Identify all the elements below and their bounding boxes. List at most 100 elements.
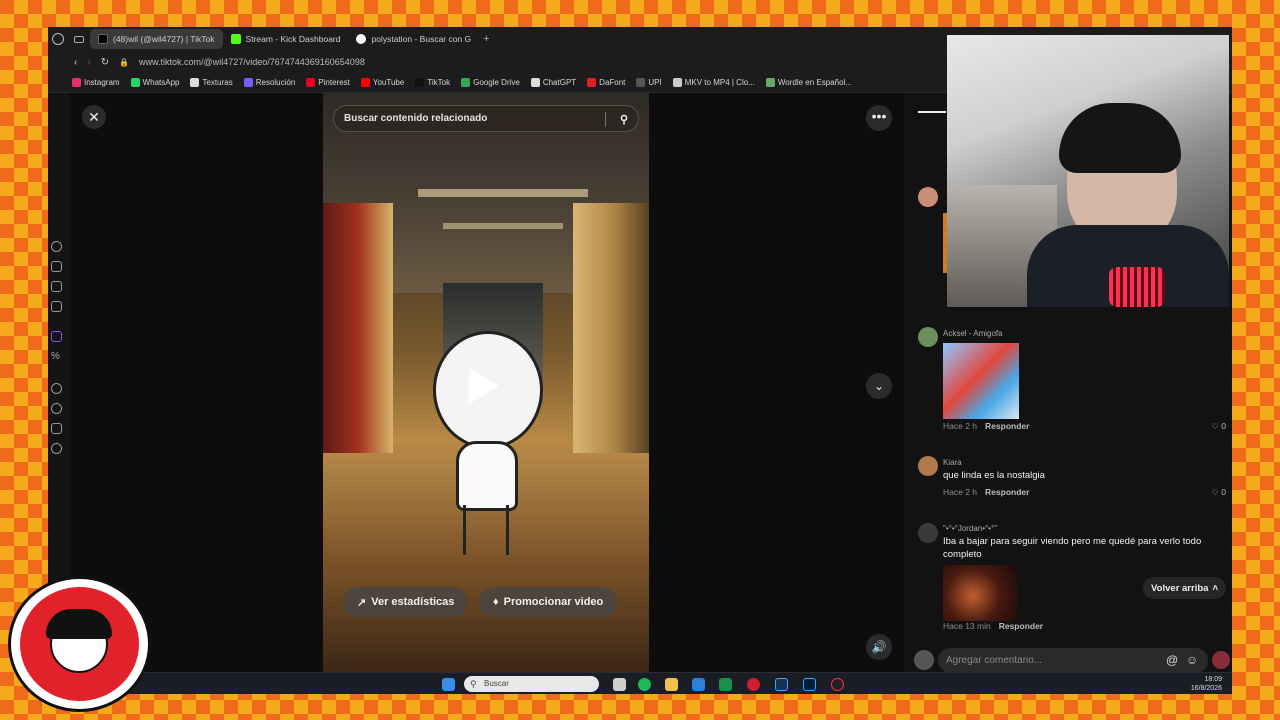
comment-text: que linda es la nostalgia	[943, 470, 1045, 481]
bookmark-instagram[interactable]: Instagram	[72, 78, 120, 87]
bookmark-chatgpt[interactable]: ChatGPT	[530, 78, 577, 87]
browser-logo-icon[interactable]	[52, 33, 64, 45]
related-search-input[interactable]: Buscar contenido relacionado ⚲	[333, 105, 639, 132]
send-icon[interactable]	[1212, 651, 1230, 669]
volume-button[interactable]: 🔊	[866, 634, 892, 660]
cartoon-body	[456, 441, 518, 511]
bookmark-label: Google Drive	[473, 78, 520, 87]
wordle-icon	[765, 78, 775, 87]
bookmark-dafont[interactable]: DaFont	[587, 78, 625, 87]
chatgpt-icon	[530, 78, 540, 87]
close-button[interactable]: ✕	[82, 105, 106, 129]
reply-button[interactable]: Responder	[985, 487, 1029, 497]
new-tab-button[interactable]: +	[483, 33, 489, 45]
messenger-icon[interactable]	[51, 301, 62, 312]
comment-author[interactable]: Kiara	[943, 458, 962, 467]
opera-gx-icon[interactable]	[831, 678, 844, 691]
comment-text: Iba a bajar para seguir viendo pero me q…	[943, 536, 1202, 560]
comment-meta: Hace 13 min Responder	[943, 621, 1043, 631]
bookmark-mkv-to-mp4[interactable]: MKV to MP4 | Clo...	[672, 78, 755, 87]
taskbar-search[interactable]: ⚲ Buscar	[464, 676, 599, 692]
image-attachment	[943, 565, 1017, 621]
windows-start-icon[interactable]	[442, 678, 455, 691]
opera-icon[interactable]	[747, 678, 760, 691]
player-icon[interactable]	[51, 383, 62, 394]
tab-label: polystation - Buscar con G	[371, 34, 472, 44]
comment-placeholder: Agregar comentario...	[946, 655, 1043, 666]
reply-button[interactable]: Responder	[999, 621, 1043, 631]
back-icon[interactable]: ‹	[74, 57, 77, 68]
bookmark-label: MKV to MP4 | Clo...	[684, 78, 755, 87]
task-view-icon[interactable]	[613, 678, 626, 691]
avatar[interactable]	[918, 327, 938, 347]
cartoon-legs	[463, 505, 509, 555]
more-options-button[interactable]: •••	[866, 105, 892, 131]
bookmark-pinterest[interactable]: Pinterest	[306, 78, 350, 87]
extensions-icon[interactable]	[51, 423, 62, 434]
twitch-icon[interactable]	[51, 331, 62, 342]
history-icon[interactable]	[51, 241, 62, 252]
comment-author[interactable]: "•°•°Jordan•°•°"	[943, 524, 997, 533]
url-field[interactable]: www.tiktok.com/@wil4727/video/7674744369…	[139, 57, 365, 67]
reload-icon[interactable]: ↻	[101, 57, 109, 68]
bookmark-texturas[interactable]: Texturas	[190, 78, 233, 87]
bookmark-label: Texturas	[202, 78, 233, 87]
clock-date: 16/8/2026	[1190, 685, 1222, 692]
comment-author[interactable]: Acksel - Amigofa	[943, 329, 1003, 338]
shopping-icon[interactable]	[51, 261, 62, 272]
system-clock[interactable]: 18:09 16/8/2026	[1191, 675, 1222, 693]
reply-button[interactable]: Responder	[985, 421, 1029, 431]
avatar[interactable]	[918, 456, 938, 476]
video-player[interactable]: Buscar contenido relacionado ⚲ ↗ Ver est…	[323, 93, 649, 673]
tab-list-icon[interactable]	[74, 35, 84, 43]
bookmark-whatsapp[interactable]: WhatsApp	[130, 78, 179, 87]
promote-video-button[interactable]: ♦ Promocionar video	[479, 587, 618, 617]
spotify-icon[interactable]	[638, 678, 651, 691]
bookmark-upi[interactable]: UPI	[636, 78, 662, 87]
view-stats-button[interactable]: ↗ Ver estadísticas	[343, 587, 469, 617]
bookmark-youtube[interactable]: YouTube	[360, 78, 404, 87]
comment-time: Hace 13 min	[943, 621, 991, 631]
folder-icon[interactable]	[665, 678, 678, 691]
bookmark-label: ChatGPT	[542, 78, 577, 87]
browser-window: (48)wil (@wil4727) | TikTok Stream - Kic…	[48, 27, 1232, 694]
settings-icon[interactable]	[51, 443, 62, 454]
search-icon[interactable]: ⚲	[620, 113, 628, 126]
tiktok-icon	[98, 34, 108, 44]
flame-icon: ♦	[493, 596, 499, 608]
avatar[interactable]	[918, 187, 938, 207]
avatar	[914, 650, 934, 670]
bookmark-tiktok[interactable]: TikTok	[415, 78, 450, 87]
resolucion-icon	[243, 78, 253, 87]
clock-icon[interactable]	[51, 403, 62, 414]
microphone	[1109, 267, 1165, 307]
comment-composer: Agregar comentario... @ ☺	[904, 648, 1232, 673]
view-stats-label: Ver estadísticas	[371, 596, 455, 608]
emoji-icon[interactable]: ☺	[1186, 653, 1198, 667]
image-icon[interactable]	[51, 281, 62, 292]
tab-tiktok[interactable]: (48)wil (@wil4727) | TikTok	[90, 29, 223, 49]
back-to-top-button[interactable]: Volver arriba ˄	[1143, 577, 1226, 599]
bookmark-google-drive[interactable]: Google Drive	[461, 78, 520, 87]
store-icon[interactable]	[692, 678, 705, 691]
bookmark-wordle[interactable]: Wordle en Español...	[765, 78, 852, 87]
photoshop-icon[interactable]	[803, 678, 816, 691]
vegas-icon[interactable]	[775, 678, 788, 691]
like-button[interactable]: ♡ 0	[1211, 487, 1226, 498]
google-icon	[356, 34, 367, 44]
tab-google[interactable]: polystation - Buscar con G	[348, 29, 479, 49]
mention-icon[interactable]: @	[1166, 653, 1178, 667]
cloud-icon	[672, 78, 682, 87]
excel-icon[interactable]	[719, 678, 732, 691]
forward-icon[interactable]: ›	[87, 57, 90, 68]
back-to-top-label: Volver arriba	[1151, 582, 1209, 594]
percent-icon[interactable]: %	[51, 351, 62, 362]
tab-kick[interactable]: Stream - Kick Dashboard	[223, 29, 349, 49]
search-icon: ⚲	[470, 679, 477, 689]
avatar[interactable]	[918, 523, 938, 543]
play-icon[interactable]	[469, 368, 499, 404]
next-video-button[interactable]: ⌄	[866, 373, 892, 399]
like-button[interactable]: ♡ 0	[1211, 421, 1226, 432]
bookmark-resolucion[interactable]: Resolución	[243, 78, 295, 87]
bookmark-label: TikTok	[427, 78, 451, 87]
